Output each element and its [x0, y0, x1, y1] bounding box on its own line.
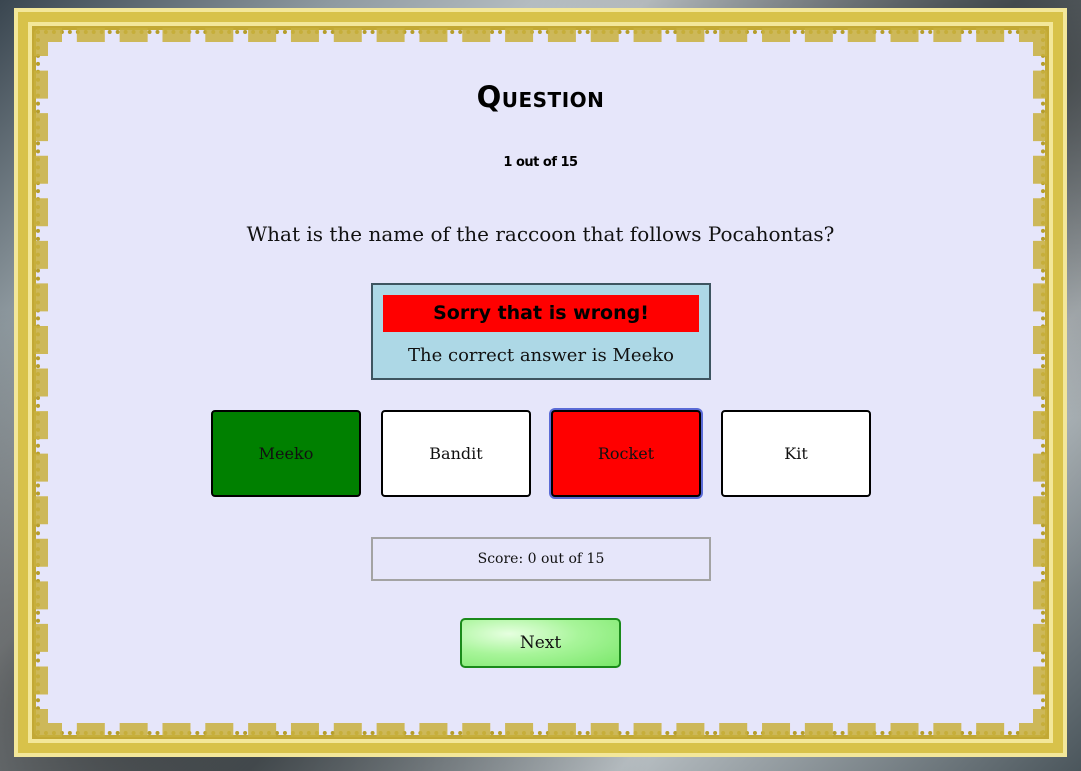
answer-option-kit[interactable]: Kit: [721, 410, 871, 497]
question-counter: 1 out of 15: [503, 155, 578, 170]
next-button[interactable]: Next: [460, 618, 621, 668]
answer-options: Meeko Bandit Rocket Kit: [211, 410, 871, 497]
answer-option-meeko[interactable]: Meeko: [211, 410, 361, 497]
page-title: Question: [476, 80, 605, 114]
score-display: Score: 0 out of 15: [371, 537, 711, 581]
feedback-banner: Sorry that is wrong!: [383, 295, 699, 332]
feedback-message: The correct answer is Meeko: [408, 345, 674, 366]
answer-option-rocket[interactable]: Rocket: [551, 410, 701, 497]
feedback-panel: Sorry that is wrong! The correct answer …: [371, 283, 711, 380]
question-text: What is the name of the raccoon that fol…: [246, 222, 835, 246]
quiz-content: Question 1 out of 15 What is the name of…: [0, 0, 1081, 771]
answer-option-bandit[interactable]: Bandit: [381, 410, 531, 497]
